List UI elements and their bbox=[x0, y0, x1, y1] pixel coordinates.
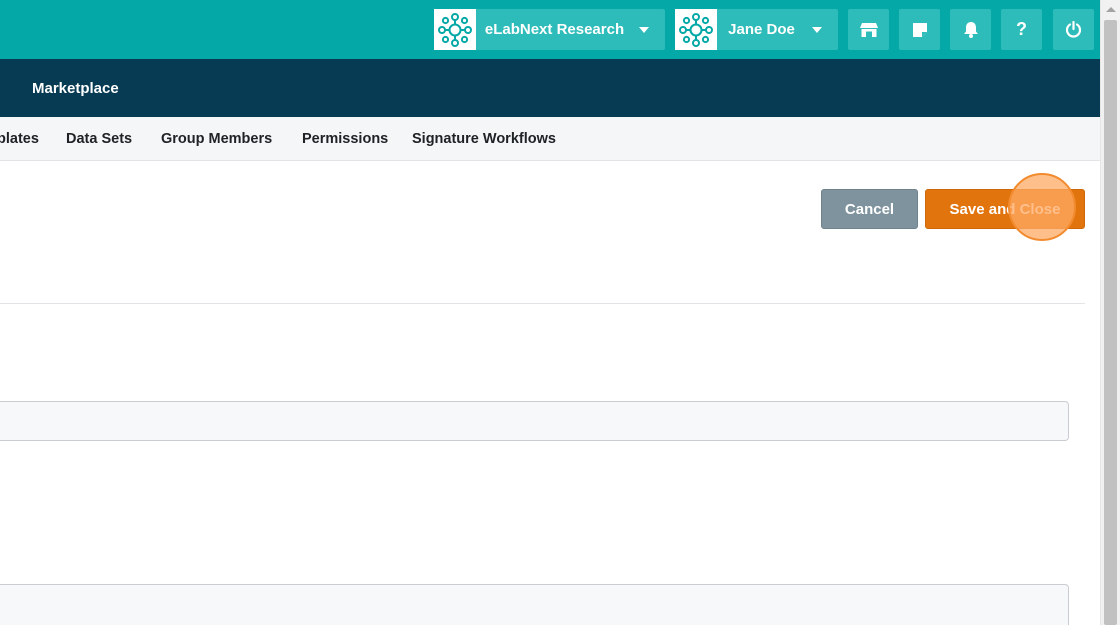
bell-icon bbox=[963, 22, 978, 38]
notes-icon bbox=[912, 22, 927, 37]
save-and-close-button[interactable]: Save and Close bbox=[925, 189, 1085, 229]
help-button[interactable]: ? bbox=[1001, 9, 1042, 50]
organization-switcher[interactable]: eLabNext Research bbox=[434, 9, 665, 50]
nav-item-marketplace[interactable]: Marketplace bbox=[32, 59, 119, 117]
notifications-button[interactable] bbox=[950, 9, 991, 50]
user-menu[interactable]: Jane Doe bbox=[675, 9, 838, 50]
logout-button[interactable] bbox=[1053, 9, 1094, 50]
main-navigation: Marketplace bbox=[0, 59, 1100, 117]
cancel-button[interactable]: Cancel bbox=[821, 189, 918, 229]
section-divider bbox=[0, 303, 1085, 304]
store-icon bbox=[859, 22, 878, 37]
page: eLabNext Research Jane Doe ? Marketplace… bbox=[0, 0, 1120, 625]
tab-permissions[interactable]: Permissions bbox=[302, 117, 388, 160]
tab-templates[interactable]: plates bbox=[0, 117, 39, 160]
tab-signature-workflows[interactable]: Signature Workflows bbox=[412, 117, 556, 160]
scroll-up-arrow-icon[interactable] bbox=[1106, 7, 1116, 12]
notes-button[interactable] bbox=[899, 9, 940, 50]
power-icon bbox=[1065, 21, 1082, 38]
chevron-down-icon bbox=[639, 26, 649, 33]
network-logo-icon bbox=[675, 9, 717, 50]
chevron-down-icon bbox=[812, 26, 822, 33]
settings-tab-bar: plates Data Sets Group Members Permissio… bbox=[0, 117, 1100, 161]
store-button[interactable] bbox=[848, 9, 889, 50]
tab-group-members[interactable]: Group Members bbox=[161, 117, 272, 160]
text-input[interactable] bbox=[0, 584, 1069, 625]
user-name: Jane Doe bbox=[728, 21, 795, 38]
vertical-scrollbar[interactable] bbox=[1100, 0, 1120, 625]
tab-data-sets[interactable]: Data Sets bbox=[66, 117, 132, 160]
top-bar: eLabNext Research Jane Doe ? bbox=[0, 0, 1100, 59]
help-icon: ? bbox=[1016, 19, 1027, 39]
text-input[interactable] bbox=[0, 401, 1069, 441]
organization-name: eLabNext Research bbox=[484, 21, 625, 38]
network-logo-icon bbox=[434, 9, 476, 50]
scrollbar-thumb[interactable] bbox=[1104, 20, 1117, 625]
